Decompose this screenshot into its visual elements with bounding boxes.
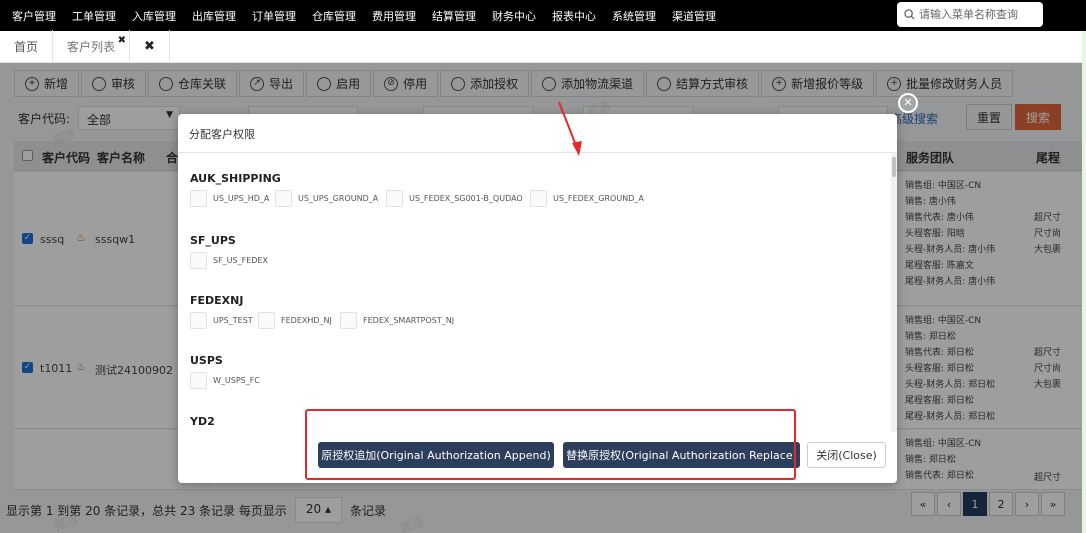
modal-close-icon[interactable]: ✕ — [898, 93, 918, 113]
close-all-tabs-button[interactable]: ✖ — [130, 30, 170, 62]
channel-option-label: UPS_TEST — [213, 316, 253, 325]
menu-search[interactable] — [897, 2, 1043, 27]
tab-customer-list[interactable]: 客户列表 ✖ — [53, 30, 131, 62]
dialog-body: AUK_SHIPPING US_UPS_HD_A US_UPS_GROUND_A US… — [178, 154, 897, 432]
menu-item[interactable]: 系统管理 — [604, 8, 664, 24]
channel-option[interactable]: SF_US_FEDEX — [190, 252, 268, 269]
menu-item[interactable]: 客户管理 — [4, 8, 64, 24]
channel-option-label: US_FEDEX_GROUND_A — [553, 194, 644, 203]
channel-option[interactable]: FEDEXHD_NJ — [258, 312, 332, 329]
dialog-title: 分配客户权限 — [189, 128, 255, 141]
annotation-arrow — [558, 101, 582, 156]
menu-item[interactable]: 结算管理 — [424, 8, 484, 24]
channel-option[interactable]: FEDEX_SMARTPOST_NJ — [340, 312, 454, 329]
channel-option[interactable]: US_UPS_GROUND_A — [275, 190, 378, 207]
replace-authorization-button[interactable]: 替换原授权(Original Authorization Replace) — [563, 442, 800, 468]
channel-option-label: US_FEDEX_SG001-B_QUDAO — [409, 194, 523, 203]
channel-option[interactable]: US_FEDEX_SG001-B_QUDAO — [386, 190, 523, 207]
menu-item[interactable]: 工单管理 — [64, 8, 124, 24]
channel-group-title: SF_UPS — [190, 234, 236, 247]
tab-home[interactable]: 首页 — [0, 30, 54, 62]
channel-option-label: W_USPS_FC — [213, 376, 260, 385]
channel-option-label: FEDEX_SMARTPOST_NJ — [363, 316, 455, 325]
channel-group-title: AUK_SHIPPING — [190, 172, 281, 185]
main-menu: 客户管理 工单管理 入库管理 出库管理 订单管理 仓库管理 费用管理 结算管理 财务中心 报表中心… — [0, 0, 724, 31]
channel-option[interactable]: UPS_TEST — [190, 312, 253, 329]
right-edge — [1082, 31, 1086, 533]
channel-option[interactable]: US_FEDEX_GROUND_A — [530, 190, 644, 207]
menu-item[interactable]: 财务中心 — [484, 8, 544, 24]
top-nav: 客户管理 工单管理 入库管理 出库管理 订单管理 仓库管理 费用管理 结算管理 财务中心 报表中心… — [0, 0, 1086, 31]
channel-checkbox[interactable] — [386, 190, 403, 207]
dialog-scrollbar[interactable] — [891, 154, 897, 432]
menu-item[interactable]: 出库管理 — [184, 8, 244, 24]
search-icon — [904, 9, 915, 20]
channel-checkbox[interactable] — [530, 190, 547, 207]
tab-bar: 首页 客户列表 ✖ ✖ — [0, 30, 1086, 63]
channel-checkbox[interactable] — [190, 312, 207, 329]
channel-group-title: USPS — [190, 354, 223, 367]
channel-group-title: FEDEXNJ — [190, 294, 244, 307]
menu-item[interactable]: 报表中心 — [544, 8, 604, 24]
tab-customer-list-label: 客户列表 — [67, 39, 116, 54]
tab-home-label: 首页 — [14, 39, 39, 54]
dialog-divider — [178, 152, 897, 153]
channel-option[interactable]: US_UPS_HD_A — [190, 190, 269, 207]
menu-item[interactable]: 订单管理 — [244, 8, 304, 24]
assign-permission-dialog: 分配客户权限 AUK_SHIPPING US_UPS_HD_A US_UPS_GRO… — [178, 114, 897, 483]
channel-option-label: US_UPS_HD_A — [213, 194, 270, 203]
menu-item[interactable]: 入库管理 — [124, 8, 184, 24]
channel-option-label: US_UPS_GROUND_A — [298, 194, 379, 203]
close-icon[interactable]: ✖ — [118, 35, 126, 46]
channel-group-title: YD2 — [190, 415, 215, 428]
append-authorization-button[interactable]: 原授权追加(Original Authorization Append) — [318, 442, 554, 468]
channel-option[interactable]: W_USPS_FC — [190, 372, 260, 389]
channel-checkbox[interactable] — [190, 372, 207, 389]
close-dialog-button[interactable]: 关闭(Close) — [807, 442, 886, 468]
channel-checkbox[interactable] — [340, 312, 357, 329]
dialog-scrollbar-thumb[interactable] — [892, 157, 896, 177]
menu-item[interactable]: 渠道管理 — [664, 8, 724, 24]
channel-checkbox[interactable] — [258, 312, 275, 329]
menu-item[interactable]: 费用管理 — [364, 8, 424, 24]
channel-checkbox[interactable] — [275, 190, 292, 207]
menu-item[interactable]: 仓库管理 — [304, 8, 364, 24]
channel-checkbox[interactable] — [190, 190, 207, 207]
channel-option-label: FEDEXHD_NJ — [281, 316, 332, 325]
menu-search-input[interactable] — [919, 8, 1037, 21]
channel-checkbox[interactable] — [190, 252, 207, 269]
channel-option-label: SF_US_FEDEX — [213, 256, 268, 265]
